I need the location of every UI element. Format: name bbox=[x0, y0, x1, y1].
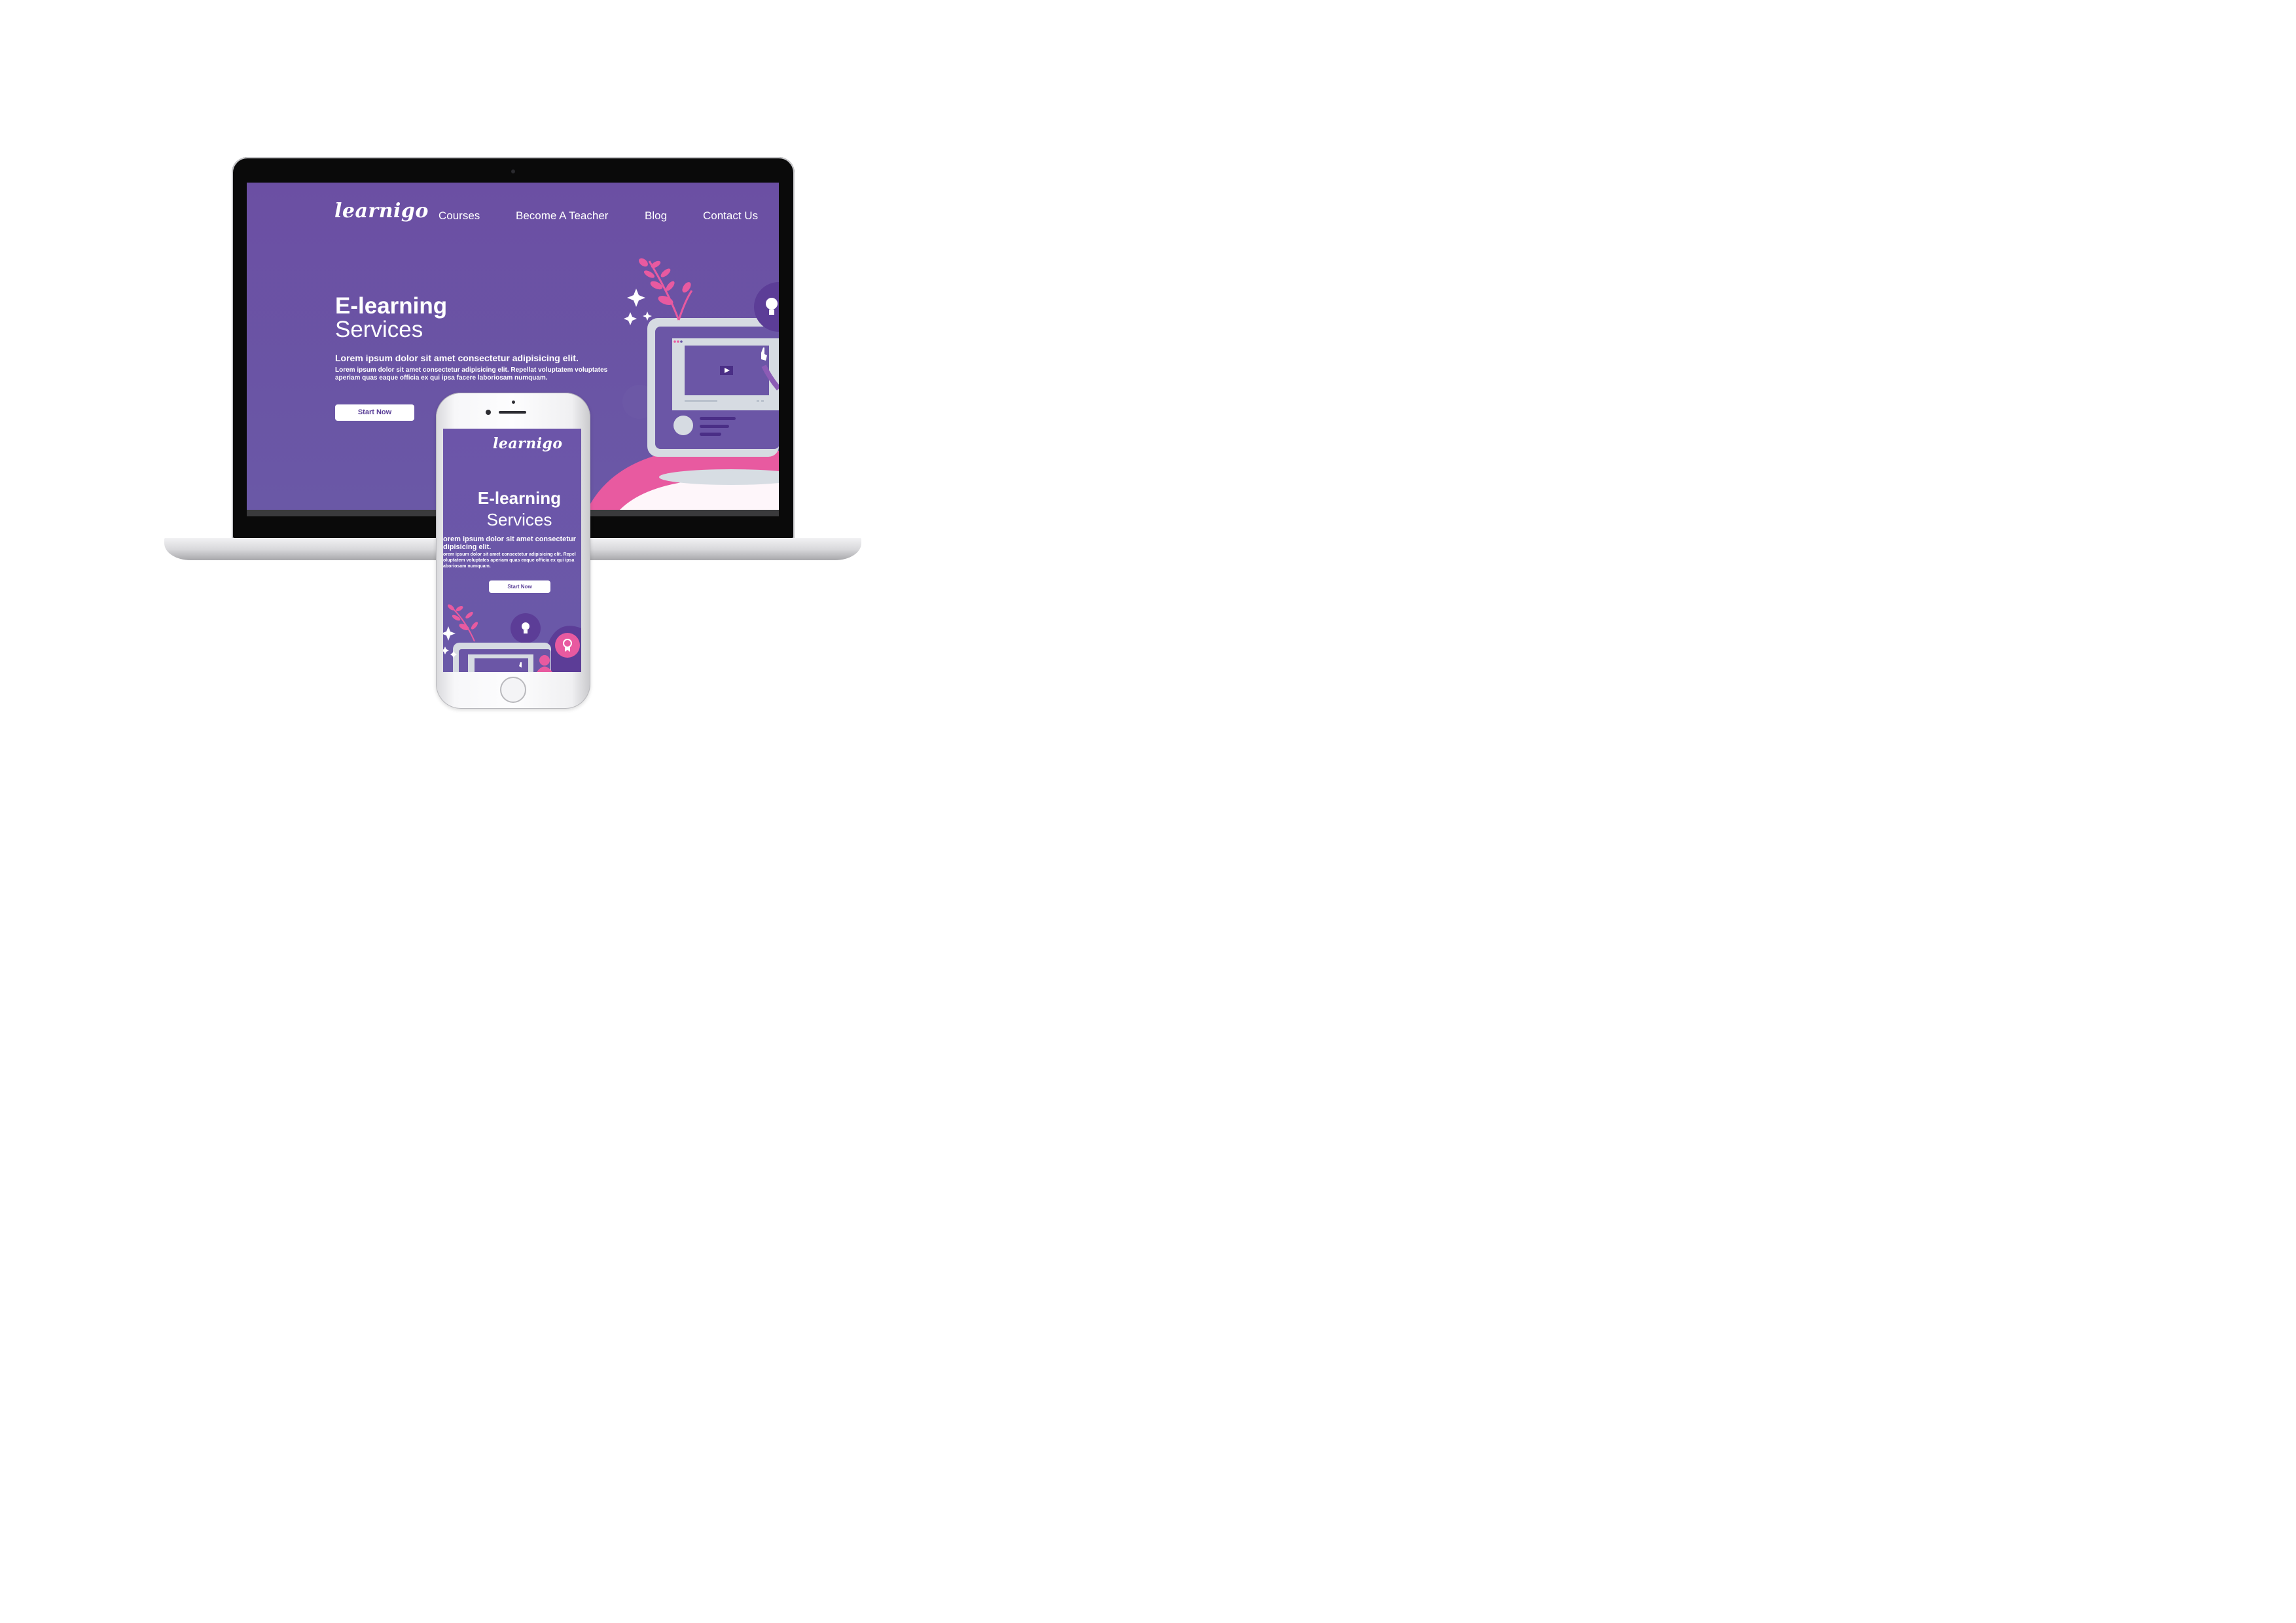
lightbulb-icon bbox=[766, 298, 778, 310]
mobile-hero-body-line2: oluptatem voluptates aperiam quas eaque … bbox=[443, 558, 575, 563]
sparkle-icon bbox=[627, 289, 645, 307]
hero-body-line1: Lorem ipsum dolor sit amet consectetur a… bbox=[335, 366, 608, 374]
mobile-hero-title-line2: Services bbox=[486, 510, 552, 529]
phone-home-button[interactable] bbox=[500, 677, 526, 703]
mobile-sparkle-icon bbox=[443, 626, 456, 641]
mobile-hero-body-line1: orem ipsum dolor sit amet consectetur ad… bbox=[443, 552, 576, 557]
leaf-icon bbox=[639, 258, 648, 267]
mobile-hero-title: E-learning bbox=[477, 488, 562, 508]
sparkle-icon-small bbox=[624, 312, 637, 325]
nav-become-a-teacher[interactable]: Become A Teacher bbox=[516, 209, 608, 223]
hero-body-line2: aperiam quas eaque officia ex qui ipsa f… bbox=[335, 374, 548, 382]
mobile-start-now-button[interactable]: Start Now bbox=[489, 580, 550, 593]
hero-title: E-learning bbox=[335, 293, 448, 319]
mobile-illustration bbox=[443, 604, 581, 672]
mobile-logo[interactable]: learnigo bbox=[493, 435, 563, 452]
elearning-illustration bbox=[587, 258, 779, 510]
desktop-logo[interactable]: learnigo bbox=[334, 200, 429, 223]
sparkle-icon-tiny bbox=[643, 312, 652, 321]
avatar-circle bbox=[673, 416, 693, 435]
phone-speaker bbox=[499, 411, 526, 414]
nav-contact-us[interactable]: Contact Us bbox=[703, 209, 758, 223]
phone-camera bbox=[486, 410, 491, 415]
mobile-hero-subtitle: orem ipsum dolor sit amet consectetur bbox=[443, 535, 576, 543]
mobile-lightbulb-icon bbox=[522, 622, 529, 630]
nav-courses[interactable]: Courses bbox=[439, 209, 480, 223]
mobile-teacher-head bbox=[539, 655, 550, 666]
mobile-hero-subtitle-line2: dipisicing elit. bbox=[443, 543, 492, 551]
phone-sensor bbox=[512, 401, 515, 404]
hero-title-line2: Services bbox=[335, 317, 423, 342]
laptop-camera bbox=[511, 169, 515, 173]
hero-subtitle: Lorem ipsum dolor sit amet consectetur a… bbox=[335, 353, 579, 363]
mobile-hero-body-line3: aboriosam numquam. bbox=[443, 564, 491, 569]
start-now-button[interactable]: Start Now bbox=[335, 404, 414, 421]
mobile-webpage: learnigo E-learning Services orem ipsum … bbox=[443, 429, 581, 672]
award-badge bbox=[555, 633, 580, 658]
nav-blog[interactable]: Blog bbox=[645, 209, 667, 223]
